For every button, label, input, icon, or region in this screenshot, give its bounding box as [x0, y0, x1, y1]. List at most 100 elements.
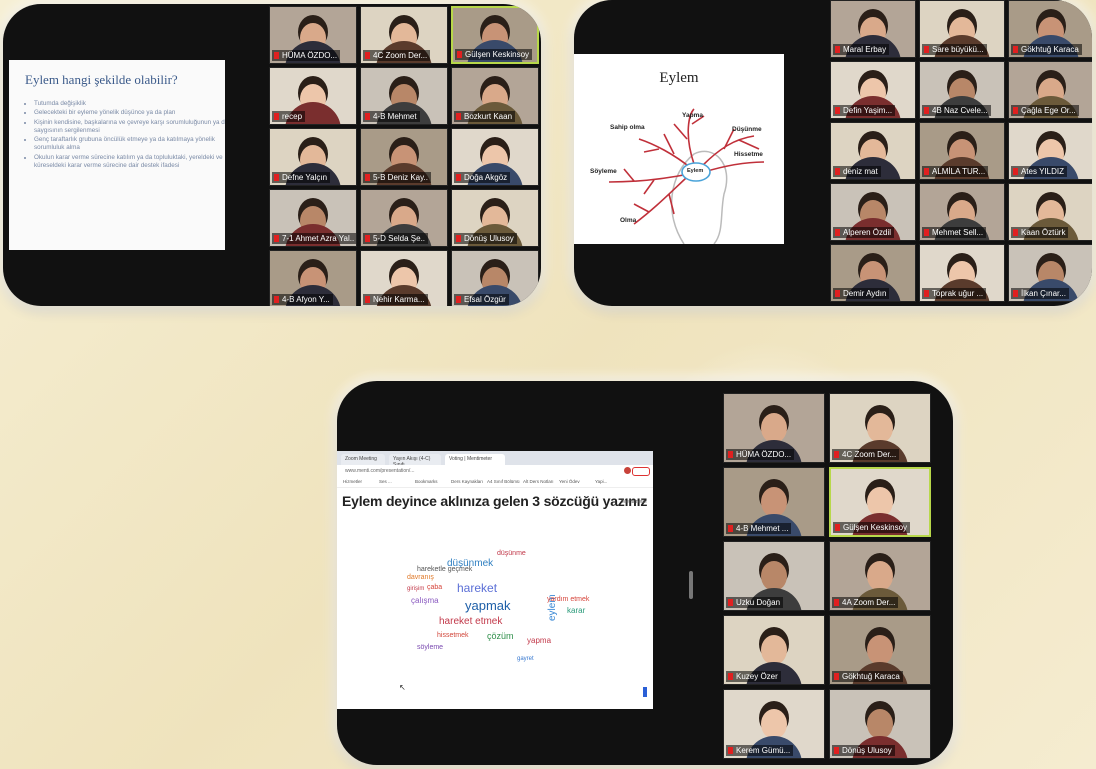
- participant-tile[interactable]: Doğa Akgöz: [451, 128, 539, 186]
- shared-slide: Eylem Eylem Yapma Sahip olma Düşünme His…: [574, 54, 784, 244]
- mind-map-label: Yapma: [682, 112, 703, 119]
- participant-tile[interactable]: İlkan Çınar...: [1008, 244, 1092, 302]
- slide-bullet: Okulun karar verme sürecine katılım ya d…: [34, 154, 225, 171]
- participant-name-label: 4A Zoom Der...: [832, 597, 899, 608]
- participant-name-label: Çağla Ege Or...: [1011, 105, 1079, 116]
- participant-name-label: Kerem Gümü...: [726, 745, 794, 756]
- participant-tile[interactable]: HÜMA ÖZDO...: [723, 393, 825, 463]
- update-button[interactable]: [632, 467, 650, 476]
- bookmark-item[interactable]: Yapi...: [595, 479, 607, 484]
- participant-name-label: Doğa Akgöz: [454, 172, 511, 183]
- shared-slide: Eylem hangi şekilde olabilir? Tutumda de…: [9, 60, 225, 250]
- participant-tile[interactable]: 4C Zoom Der...: [829, 393, 931, 463]
- word-cloud-word: gayret: [517, 656, 534, 662]
- participant-tile[interactable]: Çağla Ege Or...: [1008, 61, 1092, 119]
- participant-tile[interactable]: recep: [269, 67, 357, 125]
- participant-tile[interactable]: Bozkurt Kaan: [451, 67, 539, 125]
- participant-tile[interactable]: Maral Erbay: [830, 0, 916, 58]
- participant-tile[interactable]: 4-B Afyon Y...: [269, 250, 357, 306]
- scrollbar-handle[interactable]: [689, 571, 693, 599]
- participant-name-label: Nehir Karma...: [363, 294, 428, 305]
- participant-tile[interactable]: deniz mat: [830, 122, 916, 180]
- participant-tile[interactable]: Uzku Doğan: [723, 541, 825, 611]
- bookmark-item[interactable]: A4 Sınıf Bölümü: [487, 479, 520, 484]
- participant-name-label: Bozkurt Kaan: [454, 111, 516, 122]
- browser-tab[interactable]: Yayın Akışı (4-C) Sınıfı: [389, 454, 441, 468]
- mentimeter-corner-icon: [643, 687, 647, 697]
- participant-tile[interactable]: Efsal Özgür: [451, 250, 539, 306]
- participant-tile[interactable]: 4-B Mehmet ...: [723, 467, 825, 537]
- participant-tile[interactable]: Demir Aydın: [830, 244, 916, 302]
- browser-tab[interactable]: Voting | Mentimeter: [445, 454, 505, 465]
- participant-tile[interactable]: Sare büyükü...: [919, 0, 1005, 58]
- participant-tile[interactable]: Gökhtuğ Karaca: [829, 615, 931, 685]
- participant-tile[interactable]: Kerem Gümü...: [723, 689, 825, 759]
- participant-tile[interactable]: Defin Yaşim...: [830, 61, 916, 119]
- slide-bullet: Genç taraftarlık grubuna öncülük etmeye …: [34, 136, 225, 153]
- participant-name-label: 4-B Mehmet ...: [726, 523, 792, 534]
- participant-video-head: [761, 561, 787, 592]
- participant-tile[interactable]: Gülşen Keskinsoy: [451, 6, 539, 64]
- bookmark-item[interactable]: Hizmetler: [343, 479, 362, 484]
- participant-tile[interactable]: Gökhtuğ Karaca: [1008, 0, 1092, 58]
- shared-browser-window: Zoom Meeting Yayın Akışı (4-C) Sınıfı Vo…: [337, 451, 653, 709]
- mind-map-label: Sahip olma: [610, 124, 645, 131]
- url-text: www.menti.com/presentation/...: [345, 468, 415, 474]
- participant-name-label: Demir Aydın: [833, 288, 890, 299]
- participant-video-head: [867, 709, 893, 740]
- mentimeter-brand: Mentimeter: [621, 499, 647, 505]
- bookmark-item[interactable]: Yeni Ödev: [559, 479, 580, 484]
- participant-name-label: Sare büyükü...: [922, 44, 987, 55]
- participant-name-label: recep: [272, 111, 306, 122]
- participant-tile[interactable]: Alperen Özdil: [830, 183, 916, 241]
- word-cloud-word: karar: [567, 606, 586, 615]
- word-cloud-word: hareket: [457, 581, 498, 595]
- participant-name-label: 4C Zoom Der...: [832, 449, 900, 460]
- participant-tile[interactable]: 5-B Deniz Kay..: [360, 128, 448, 186]
- participant-tile[interactable]: 4B Naz Cvele...: [919, 61, 1005, 119]
- browser-tab[interactable]: Zoom Meeting: [341, 454, 385, 465]
- bookmark-item[interactable]: Alt Ders Notları: [523, 479, 554, 484]
- profile-avatar[interactable]: [624, 467, 631, 474]
- bookmarks-bar: Hizmetler Ses ... Bookmarks Ders Kaynakları…: [337, 477, 653, 488]
- bookmark-item[interactable]: Ses ...: [379, 479, 392, 484]
- participant-tile[interactable]: 5-D Selda Şe..: [360, 189, 448, 247]
- participant-tile[interactable]: Kuzey Özer: [723, 615, 825, 685]
- participant-tile[interactable]: Dönüş Ulusoy: [829, 689, 931, 759]
- participant-tile[interactable]: ALMİLA TUR...: [919, 122, 1005, 180]
- participant-name-label: Alperen Özdil: [833, 227, 895, 238]
- word-cloud-word: hissetmek: [437, 632, 469, 639]
- participant-name-label: Dönüş Ulusoy: [832, 745, 895, 756]
- word-cloud-word: düşünme: [497, 550, 526, 557]
- mind-map-label: Hissetme: [734, 151, 763, 158]
- bookmark-item[interactable]: Bookmarks: [415, 479, 438, 484]
- word-cloud-word: söyleme: [417, 644, 444, 651]
- bookmark-item[interactable]: Ders Kaynakları: [451, 479, 483, 484]
- participant-tile[interactable]: Ates YILDIZ: [1008, 122, 1092, 180]
- participant-name-label: 5-B Deniz Kay..: [363, 172, 431, 183]
- participant-tile[interactable]: 7-1 Ahmet Azra Yal..: [269, 189, 357, 247]
- word-cloud-word: yapma: [527, 636, 552, 645]
- slide-bullet: Tutumda değişiklik: [34, 100, 225, 108]
- participant-tile[interactable]: Gülşen Keskinsoy: [829, 467, 931, 537]
- mind-map-diagram: [608, 108, 765, 244]
- participant-tile[interactable]: Toprak uğur ...: [919, 244, 1005, 302]
- slide-bullet: Kişinin kendisine, başkalarına ve çevrey…: [34, 119, 225, 136]
- participant-name-label: 5-D Selda Şe..: [363, 233, 429, 244]
- zoom-screenshot-2: Eylem Eylem Yapma Sahip olma Düşünme His…: [574, 0, 1092, 306]
- participant-tile[interactable]: Defne Yalçın: [269, 128, 357, 186]
- word-cloud: düşünmek hareket yapmak çalışma hareket etme…: [397, 546, 597, 686]
- participant-video-head: [761, 709, 787, 740]
- participant-tile[interactable]: Mehmet Sell...: [919, 183, 1005, 241]
- participant-tile[interactable]: Dönüş Ulusoy: [451, 189, 539, 247]
- participant-tile[interactable]: HÜMA ÖZDO...: [269, 6, 357, 64]
- participant-video-head: [761, 635, 787, 666]
- participant-tile[interactable]: Nehir Karma...: [360, 250, 448, 306]
- word-cloud-word: girişim: [407, 586, 425, 592]
- participant-name-label: Kaan Öztürk: [1011, 227, 1069, 238]
- participant-tile[interactable]: Kaan Öztürk: [1008, 183, 1092, 241]
- participant-tile[interactable]: 4A Zoom Der...: [829, 541, 931, 611]
- participant-tile[interactable]: 4C Zoom Der...: [360, 6, 448, 64]
- mind-map-label: Olma: [620, 217, 637, 224]
- participant-tile[interactable]: 4-B Mehmet: [360, 67, 448, 125]
